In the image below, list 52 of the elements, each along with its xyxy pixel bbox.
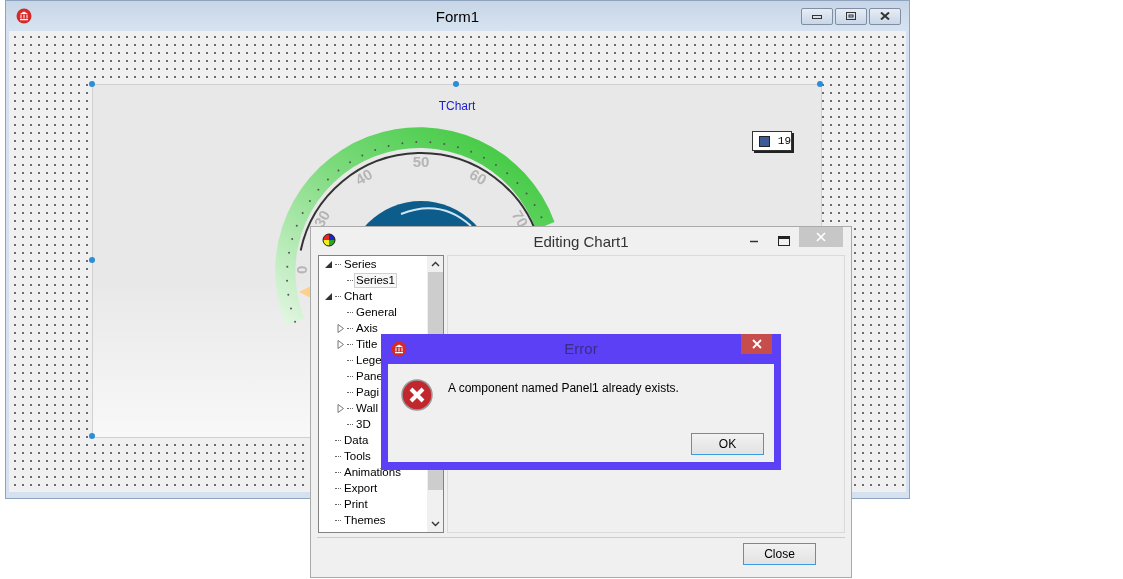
restore-icon: [846, 12, 856, 20]
close-icon: [816, 232, 826, 242]
color-wheel-icon: [322, 232, 336, 247]
scroll-up-icon: [430, 260, 440, 267]
tree-item[interactable]: Data: [342, 433, 371, 449]
tree-item[interactable]: Wall: [354, 401, 380, 417]
close-icon: [751, 339, 762, 349]
tree-item[interactable]: Axis: [354, 321, 380, 337]
dialog-title: Error: [563, 340, 599, 357]
tree-item[interactable]: Export: [342, 481, 380, 497]
expand-icon[interactable]: [337, 324, 345, 334]
chart-title: TChart: [437, 99, 477, 113]
close-button[interactable]: Close: [743, 543, 816, 566]
window-title: Form1: [434, 8, 481, 25]
tree-item[interactable]: Pagi: [354, 385, 382, 401]
tree-item[interactable]: Series: [342, 257, 379, 273]
app-icon: [391, 341, 407, 357]
window-title: Editing Chart1: [532, 233, 630, 250]
tree-item[interactable]: Animations: [342, 465, 403, 481]
close-button[interactable]: [741, 334, 772, 354]
tree-item[interactable]: Pane: [354, 369, 385, 385]
expand-icon[interactable]: [337, 404, 345, 414]
close-icon: [880, 12, 890, 20]
resize-handle[interactable]: [453, 81, 459, 87]
ok-button[interactable]: OK: [691, 433, 764, 455]
close-button[interactable]: [869, 7, 901, 25]
minimize-icon: [812, 13, 822, 19]
minimize-icon: [749, 239, 759, 243]
restore-button[interactable]: [835, 7, 867, 25]
expand-icon[interactable]: [337, 340, 345, 350]
collapse-icon[interactable]: [325, 292, 333, 302]
tree-item[interactable]: Themes: [342, 513, 388, 529]
resize-handle[interactable]: [89, 81, 95, 87]
resize-handle[interactable]: [817, 81, 823, 87]
tree-item[interactable]: Tools: [342, 449, 373, 465]
tree-item[interactable]: Lege: [354, 353, 384, 369]
resize-handle[interactable]: [89, 433, 95, 439]
minimize-button[interactable]: [801, 7, 833, 25]
legend-value: 19: [777, 135, 791, 147]
error-icon: [401, 379, 433, 411]
tree-item[interactable]: Series1: [354, 273, 397, 289]
tree-item[interactable]: Chart: [342, 289, 375, 305]
collapse-icon[interactable]: [325, 260, 333, 270]
maximize-icon: [778, 236, 790, 246]
scroll-down-icon: [430, 520, 440, 527]
tree-item[interactable]: General: [354, 305, 399, 321]
tree-item[interactable]: 3D: [354, 417, 373, 433]
error-message: A component named Panel1 already exists.: [448, 381, 679, 395]
tree-item[interactable]: Print: [342, 497, 370, 513]
app-icon: [16, 8, 32, 24]
tree-item[interactable]: Title: [354, 337, 380, 353]
resize-handle[interactable]: [89, 257, 95, 263]
